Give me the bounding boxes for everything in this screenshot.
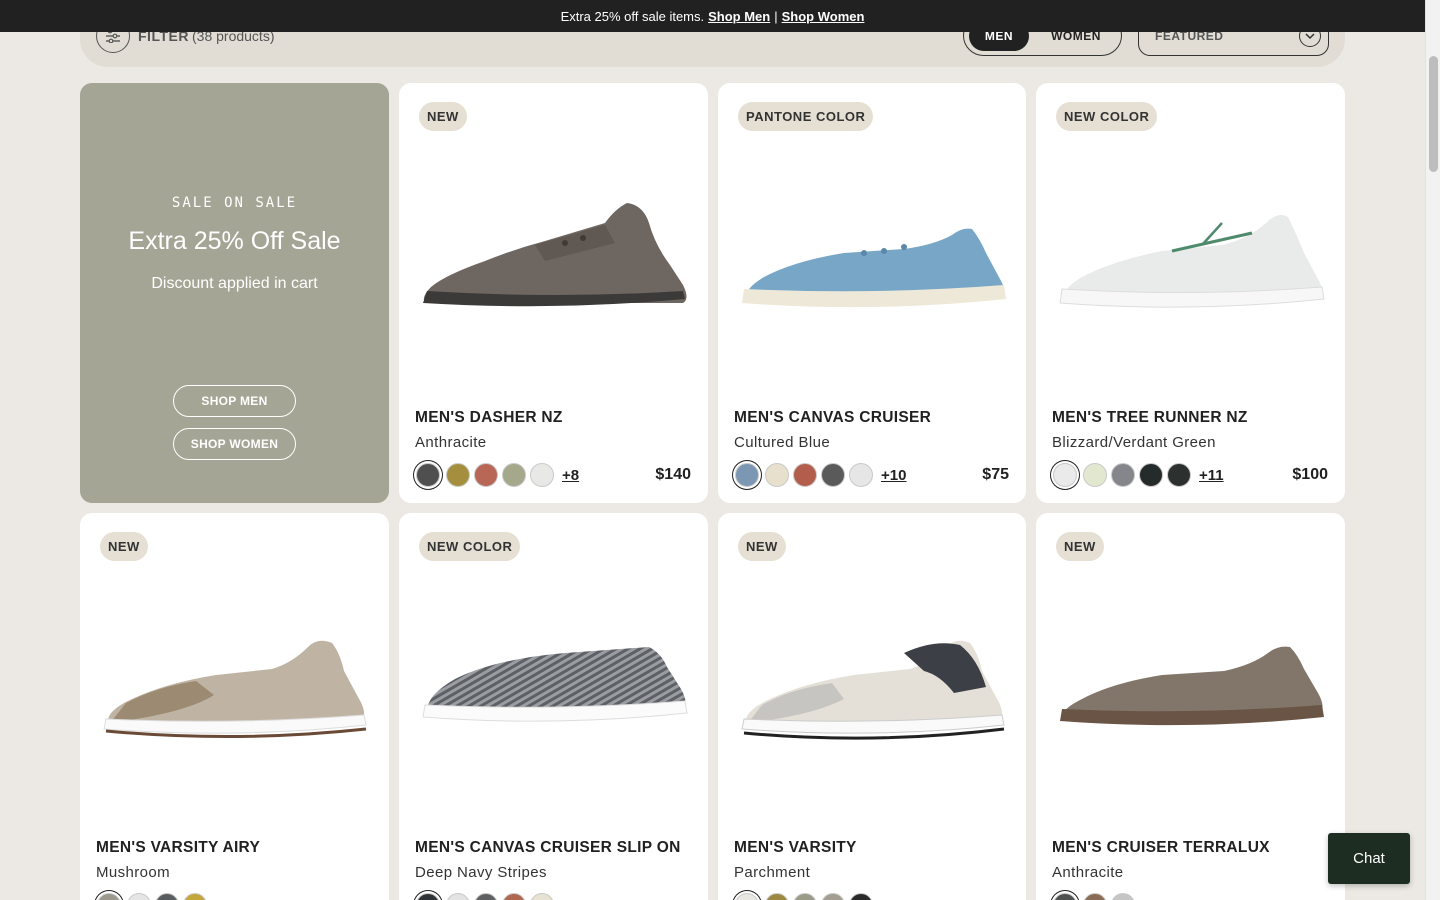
color-swatch[interactable] [793, 463, 817, 487]
product-badge: PANTONE COLOR [738, 102, 874, 131]
promo-subtitle: Discount applied in cart [151, 275, 318, 292]
more-colors-link[interactable]: +11 [1199, 467, 1224, 484]
product-color: Anthracite [415, 434, 487, 451]
color-swatches: +10 [734, 463, 906, 487]
color-swatch[interactable] [821, 463, 845, 487]
color-swatch[interactable] [821, 893, 845, 900]
sale-promo-card: SALE ON SALE Extra 25% Off Sale Discount… [80, 83, 389, 503]
promo-shop-women-link[interactable]: Shop Women [782, 9, 865, 24]
color-swatch[interactable] [502, 463, 526, 487]
color-swatch[interactable] [1111, 893, 1135, 900]
product-price: $100 [1292, 466, 1328, 483]
color-swatch[interactable] [416, 893, 440, 900]
color-swatch[interactable] [446, 893, 470, 900]
product-badge: NEW [738, 532, 786, 561]
color-swatch[interactable] [530, 463, 554, 487]
shoe-image [741, 640, 1005, 740]
color-swatch[interactable] [446, 463, 470, 487]
product-color: Mushroom [96, 864, 171, 881]
color-swatch[interactable] [793, 893, 817, 900]
color-swatch[interactable] [183, 893, 207, 900]
color-swatch[interactable] [97, 893, 121, 900]
color-swatch[interactable] [765, 893, 789, 900]
product-name[interactable]: MEN'S DASHER NZ [415, 409, 563, 427]
color-swatch[interactable] [1083, 463, 1107, 487]
product-card[interactable]: NEW COLOR MEN'S CANVAS CRUISER SLIP ON D… [399, 513, 708, 900]
product-card[interactable]: NEW COLOR MEN'S TREE RUNNER NZ Blizzard/… [1036, 83, 1345, 503]
shoe-image [423, 203, 687, 307]
color-swatch[interactable] [127, 893, 151, 900]
color-swatch[interactable] [735, 893, 759, 900]
color-swatches [1052, 893, 1139, 900]
shoe-image [422, 647, 688, 722]
color-swatch[interactable] [849, 893, 873, 900]
color-swatch[interactable] [735, 463, 759, 487]
color-swatches: +11 [1052, 463, 1224, 487]
product-name[interactable]: MEN'S CANVAS CRUISER SLIP ON [415, 839, 681, 857]
shop-men-button[interactable]: SHOP MEN [173, 385, 296, 417]
promo-kicker: SALE ON SALE [171, 195, 298, 211]
product-badge: NEW COLOR [419, 532, 521, 561]
promo-text: Extra 25% off sale items. [560, 8, 705, 24]
product-card[interactable]: NEW MEN'S CRUISER TERRALUX Anthracite [1036, 513, 1345, 900]
product-name[interactable]: MEN'S TREE RUNNER NZ [1052, 409, 1248, 427]
product-color: Cultured Blue [734, 434, 831, 451]
product-card[interactable]: NEW MEN'S VARSITY Parchment [718, 513, 1026, 900]
shop-women-button[interactable]: SHOP WOMEN [173, 428, 296, 460]
product-name[interactable]: MEN'S CRUISER TERRALUX [1052, 839, 1270, 857]
promo-shop-men-link[interactable]: Shop Men [708, 9, 770, 24]
color-swatch[interactable] [1053, 463, 1077, 487]
color-swatches: +8 [415, 463, 579, 487]
color-swatch[interactable] [416, 463, 440, 487]
product-price: $140 [655, 466, 691, 483]
product-name[interactable]: MEN'S VARSITY AIRY [96, 839, 260, 857]
color-swatch[interactable] [474, 893, 498, 900]
shoe-image [742, 228, 1006, 308]
color-swatches [734, 893, 877, 900]
color-swatch[interactable] [1083, 893, 1107, 900]
product-badge: NEW [1056, 532, 1104, 561]
product-color: Blizzard/Verdant Green [1052, 434, 1216, 451]
product-card[interactable]: NEW MEN'S DASHER NZ Anthracite +8 $140 [399, 83, 708, 503]
product-color: Deep Navy Stripes [415, 864, 547, 881]
color-swatch[interactable] [1053, 893, 1077, 900]
scrollbar-thumb[interactable] [1429, 56, 1438, 172]
chat-button[interactable]: Chat [1328, 833, 1410, 884]
product-badge: NEW COLOR [1056, 102, 1158, 131]
promo-separator: | [774, 8, 778, 24]
product-card[interactable]: PANTONE COLOR MEN'S CANVAS CRUISER Cultu… [718, 83, 1026, 503]
shoe-image [103, 640, 367, 739]
color-swatches [415, 893, 558, 900]
product-card[interactable]: NEW MEN'S VARSITY AIRY Mushroom [80, 513, 389, 900]
color-swatch[interactable] [1167, 463, 1191, 487]
color-swatch[interactable] [530, 893, 554, 900]
shoe-image [1059, 215, 1325, 308]
promo-title: Extra 25% Off Sale [128, 227, 341, 255]
color-swatch[interactable] [1111, 463, 1135, 487]
shoe-image [1060, 646, 1324, 726]
product-name[interactable]: MEN'S CANVAS CRUISER [734, 409, 931, 427]
more-colors-link[interactable]: +10 [881, 467, 906, 484]
product-badge: NEW [100, 532, 148, 561]
color-swatch[interactable] [502, 893, 526, 900]
color-swatch[interactable] [1139, 463, 1163, 487]
color-swatch[interactable] [849, 463, 873, 487]
product-badge: NEW [419, 102, 467, 131]
color-swatch[interactable] [155, 893, 179, 900]
product-name[interactable]: MEN'S VARSITY [734, 839, 857, 857]
color-swatches [96, 893, 211, 900]
page-scrollbar[interactable] [1425, 0, 1440, 900]
promo-banner: Extra 25% off sale items. Shop Men | Sho… [0, 0, 1425, 32]
product-price: $75 [982, 466, 1009, 483]
product-color: Parchment [734, 864, 811, 881]
color-swatch[interactable] [474, 463, 498, 487]
color-swatch[interactable] [765, 463, 789, 487]
more-colors-link[interactable]: +8 [562, 467, 579, 484]
product-color: Anthracite [1052, 864, 1124, 881]
